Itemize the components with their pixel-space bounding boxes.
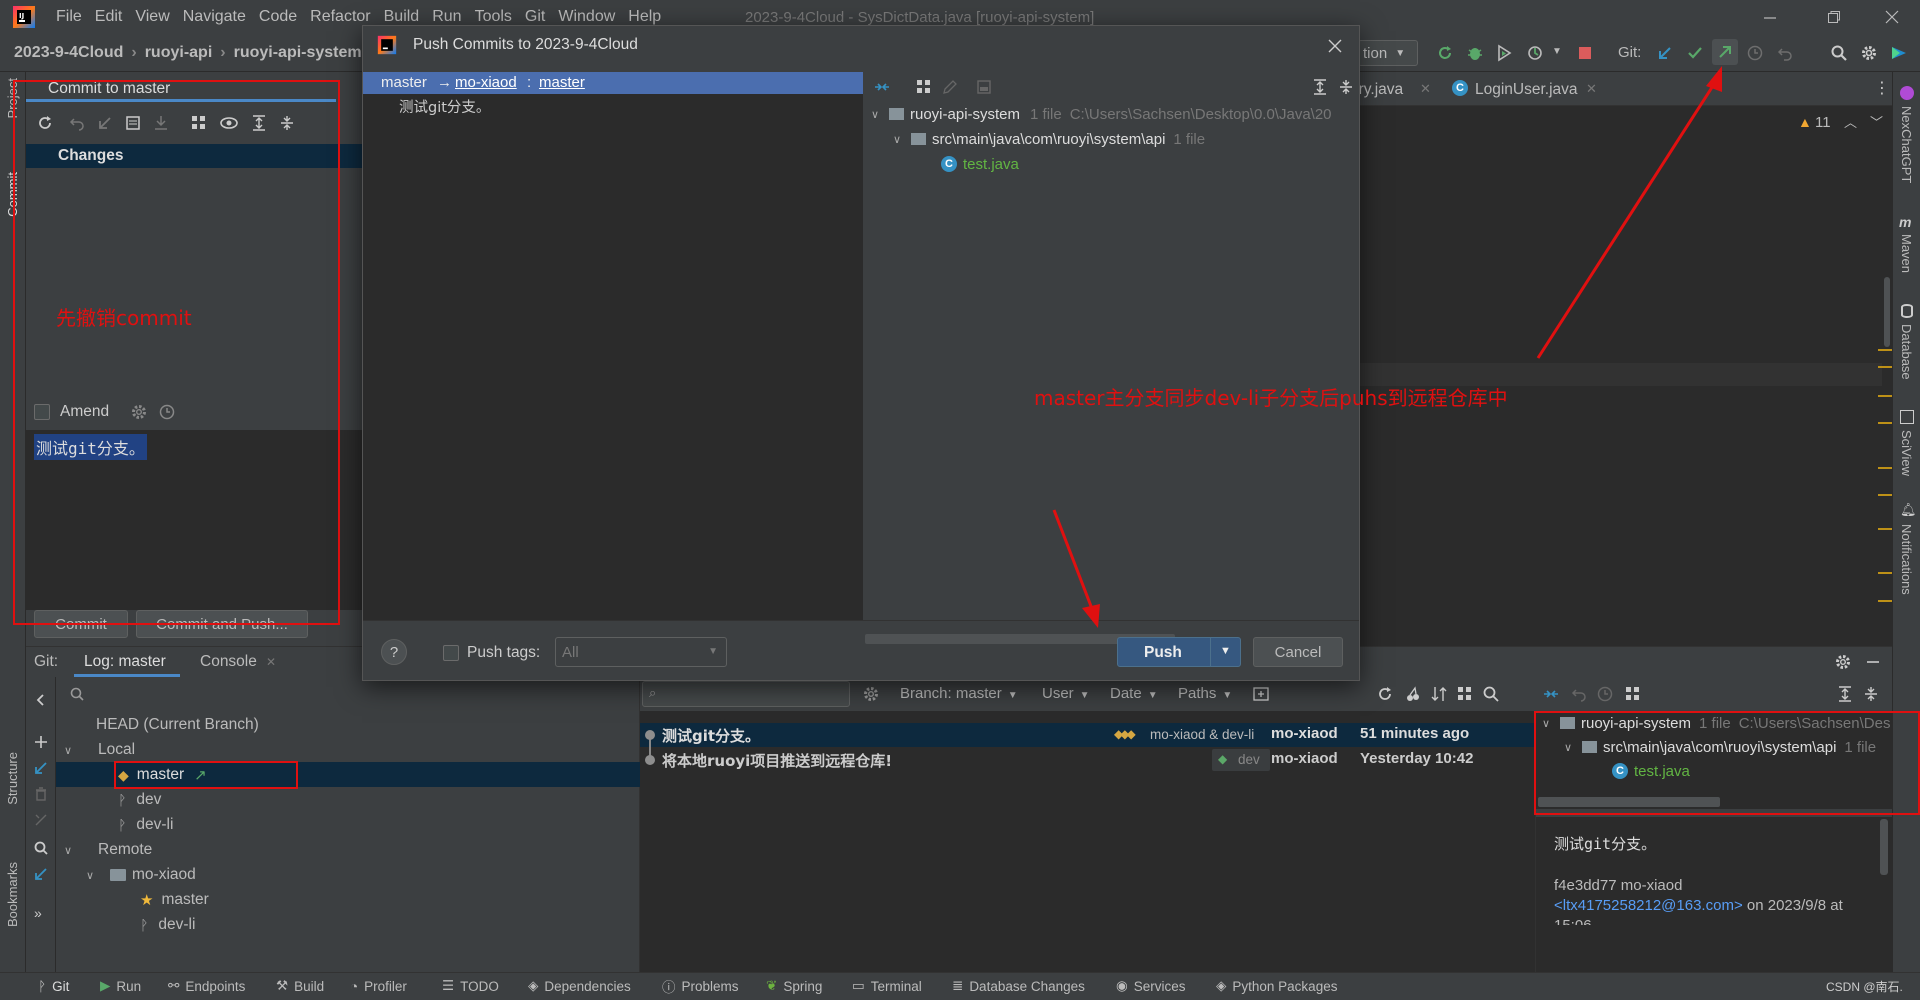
annotation-arrows: [1052, 66, 1722, 628]
annotation-arrowhead: [1706, 66, 1722, 92]
annotation-arrow-to-push-toolbar: [1536, 77, 1720, 359]
annotation-arrow-to-push-button: [1052, 509, 1096, 615]
annotation-arrowhead: [1082, 604, 1100, 628]
